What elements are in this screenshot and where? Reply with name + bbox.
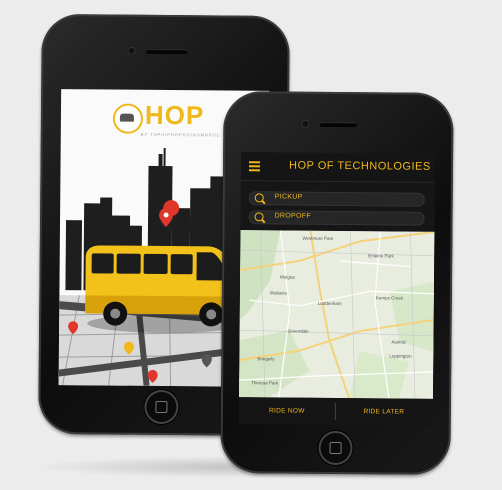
dropoff-label: DROPOFF xyxy=(274,212,311,220)
map-view[interactable]: Westmore Park Erskine Park Mulgoa Kemps … xyxy=(239,230,435,399)
map-place-label: Austral xyxy=(391,339,406,345)
map-roads xyxy=(239,230,435,399)
ride-now-button[interactable]: RIDE NOW xyxy=(239,397,335,425)
map-place-label: Wallacia xyxy=(269,290,287,296)
pickup-label: PICKUP xyxy=(274,193,303,201)
map-place-label: Leppington xyxy=(389,353,412,359)
bus-logo-icon xyxy=(112,103,144,134)
dropoff-input[interactable]: DROPOFF xyxy=(248,210,425,226)
home-button[interactable] xyxy=(144,389,179,425)
speaker-grille xyxy=(319,121,358,128)
map-place-label: Kemps Creek xyxy=(375,295,404,301)
app-title: HOP OF TECHNOLOGIES xyxy=(288,159,431,173)
phone-front: HOP OF TECHNOLOGIES PICKUP DROPOFF Westm… xyxy=(220,91,454,475)
map-place-label: Luddenham xyxy=(317,300,342,307)
app-header: HOP OF TECHNOLOGIES xyxy=(240,152,436,183)
map-place-label: Bringelly xyxy=(257,356,275,362)
search-icon xyxy=(254,193,264,203)
map-place-label: Mulgoa xyxy=(280,274,295,280)
map-place-label: Erskine Park xyxy=(368,253,394,259)
pickup-input[interactable]: PICKUP xyxy=(248,191,425,207)
logo-text: HOP xyxy=(144,99,205,131)
camera-icon xyxy=(301,119,310,128)
hamburger-menu-icon[interactable] xyxy=(248,161,261,171)
camera-icon xyxy=(127,46,136,55)
map-place-label: Westmore Park xyxy=(302,235,334,241)
logo-tagline: BY TOPHIPHOPDOINGMRPOC xyxy=(140,131,221,138)
map-place-label: Greendale xyxy=(287,328,309,334)
home-button[interactable] xyxy=(318,430,353,466)
search-icon xyxy=(254,212,264,222)
speaker-grille xyxy=(145,48,188,55)
ride-action-bar: RIDE NOW RIDE LATER xyxy=(238,397,433,426)
booking-screen: HOP OF TECHNOLOGIES PICKUP DROPOFF Westm… xyxy=(238,152,436,426)
map-place-label: Theresa Park xyxy=(251,380,279,386)
ride-later-button[interactable]: RIDE LATER xyxy=(336,398,432,426)
